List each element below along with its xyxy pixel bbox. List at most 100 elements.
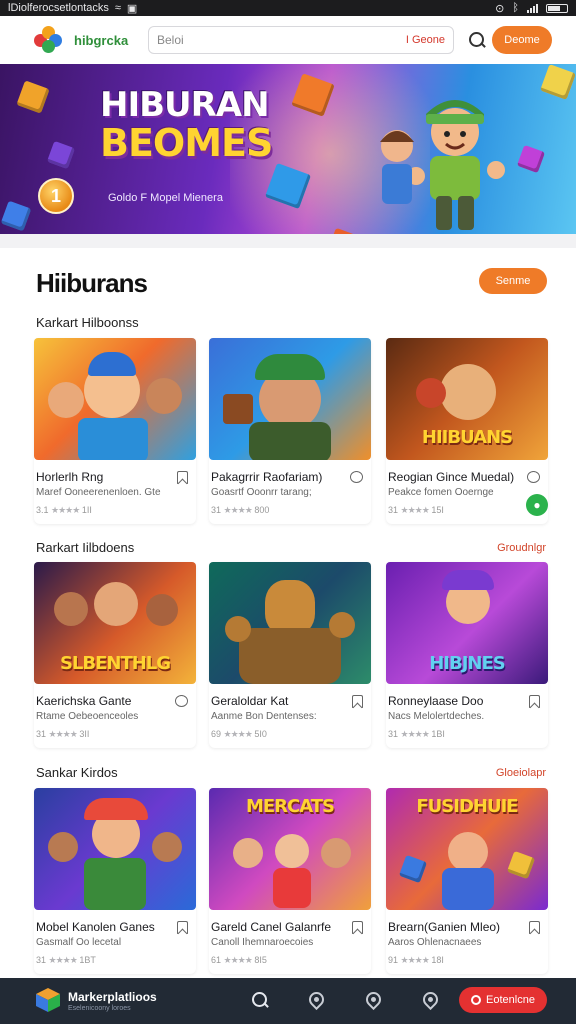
game-thumbnail[interactable]: SLBENTHLG xyxy=(34,562,196,684)
card-subtitle: Canoll Ihemnaroecoies xyxy=(211,937,314,948)
card-title: Ronneylaase Doo xyxy=(388,694,484,708)
cube-decoration xyxy=(0,200,32,232)
status-left: lDiolferocsetlontacks ≈ ▣ xyxy=(8,2,495,15)
section-heading: Sankar Kirdos xyxy=(36,765,118,780)
marketplace-name[interactable]: Markerplatlioos xyxy=(68,990,157,1004)
bookmark-icon[interactable] xyxy=(352,921,363,934)
rating-value: 31 xyxy=(36,955,47,965)
game-card[interactable]: Mobel Kanolen Ganes Gasmalf Oo lecetal 3… xyxy=(34,788,196,974)
bookmark-icon[interactable] xyxy=(529,921,540,934)
game-card[interactable]: HIIBUANS Reogian Gince Muedal) Peakce fo… xyxy=(386,338,548,524)
search-tag[interactable]: I Geone xyxy=(406,34,445,46)
search-icon[interactable] xyxy=(468,31,486,49)
card-subtitle: Maref Ooneerenenloen. Gte xyxy=(36,487,161,498)
marketplace-logo-icon[interactable] xyxy=(34,986,62,1014)
card-subtitle: Aanme Bon Dentenses: xyxy=(211,711,317,722)
bookmark-icon[interactable] xyxy=(529,695,540,708)
card-rating: 31 ★★★★ 3II xyxy=(36,729,89,740)
game-thumbnail[interactable] xyxy=(34,788,196,910)
star-icons: ★★★★ xyxy=(51,505,80,515)
thumbnail-logo-text: SLBENTHLG xyxy=(59,653,171,674)
cube-decoration xyxy=(540,64,576,100)
game-thumbnail[interactable] xyxy=(34,338,196,460)
search-placeholder: Beloi xyxy=(157,33,184,47)
bookmark-icon[interactable] xyxy=(352,695,363,708)
title-action-button[interactable]: Senme xyxy=(479,268,547,294)
search-input[interactable]: Beloi I Geone xyxy=(148,26,454,54)
thumbnail-logo-text: FUSIDHUIE xyxy=(416,796,518,817)
search-icon[interactable] xyxy=(250,990,270,1010)
bookmark-icon[interactable] xyxy=(177,471,188,484)
game-card[interactable]: HIBJNES Ronneylaase Doo Nacs Melolertdec… xyxy=(386,562,548,748)
location-icon[interactable] xyxy=(419,988,442,1011)
card-subtitle: Gasmalf Oo lecetal xyxy=(36,937,122,948)
card-rating: 31 ★★★★ 800 xyxy=(211,505,269,516)
bookmark-icon[interactable] xyxy=(177,921,188,934)
brand-name[interactable]: hibgrcka xyxy=(74,33,140,48)
game-thumbnail[interactable]: FUSIDHUIE xyxy=(386,788,548,910)
header-action-button[interactable]: Deome xyxy=(492,26,552,54)
coin-icon[interactable]: 1 xyxy=(38,178,74,214)
rating-value: 31 xyxy=(388,729,399,739)
review-count: 8I5 xyxy=(254,955,267,965)
game-thumbnail[interactable]: HIBJNES xyxy=(386,562,548,684)
card-rating: 31 ★★★★ 1BI xyxy=(388,729,445,740)
marketplace-tagline: Eselenicoony loroes xyxy=(68,1005,131,1012)
game-thumbnail[interactable] xyxy=(209,338,371,460)
banner-title: HIBURAN BEOMES xyxy=(100,88,273,165)
game-card[interactable]: Pakagrrir Raofariam) Goasrtf Ooonrr tara… xyxy=(209,338,371,524)
review-count: 1II xyxy=(81,505,92,515)
rating-value: 31 xyxy=(36,729,47,739)
card-title: Mobel Kanolen Ganes xyxy=(36,920,155,934)
star-icons: ★★★★ xyxy=(400,955,430,965)
battery-icon xyxy=(546,3,568,13)
card-rating: 31 ★★★★ 1BT xyxy=(36,955,96,966)
bottom-nav: Markerplatlioos Eselenicoony loroes Eote… xyxy=(0,978,576,1024)
page-title: Hiiburans xyxy=(36,268,148,298)
bottom-cta-button[interactable]: Eotenlcne xyxy=(459,987,547,1013)
star-icons: ★★★★ xyxy=(223,505,253,515)
card-subtitle: Goasrtf Ooonrr tarang; xyxy=(211,487,312,498)
card-subtitle: Peakce fomen Ooernge xyxy=(388,487,494,498)
section-link[interactable]: Gloeiolapr xyxy=(496,767,546,779)
game-card[interactable]: MERCATS Gareld Canel Galanrfe Canoll Ihe… xyxy=(209,788,371,974)
location-icon[interactable] xyxy=(305,988,328,1011)
card-rating: 69 ★★★★ 5I0 xyxy=(211,729,267,740)
review-count: 1BT xyxy=(79,955,96,965)
section-heading: Rarkart Iilbdoens xyxy=(36,540,135,555)
card-title: Horlerlh Rng xyxy=(36,470,104,484)
star-icons: ★★★★ xyxy=(400,729,430,739)
side-character-illustration xyxy=(380,130,414,204)
chat-icon[interactable] xyxy=(527,471,540,483)
game-card[interactable]: SLBENTHLG Kaerichska Gante Rtame Oebeoen… xyxy=(34,562,196,748)
chat-icon[interactable] xyxy=(350,471,363,483)
game-card[interactable]: FUSIDHUIE Brearn(Ganien Mleo) Aaros Ohle… xyxy=(386,788,548,974)
game-thumbnail[interactable]: MERCATS xyxy=(209,788,371,910)
game-thumbnail[interactable]: HIIBUANS xyxy=(386,338,548,460)
app-logo-icon[interactable] xyxy=(34,26,64,54)
rating-value: 69 xyxy=(211,729,222,739)
card-subtitle: Aaros Ohlenacnaees xyxy=(388,937,482,948)
hero-banner[interactable]: HIBURAN BEOMES 1 Goldo F Mopel Mienera xyxy=(0,64,576,234)
card-rating: 3.1 ★★★★ 1II xyxy=(36,505,92,516)
card-title: Pakagrrir Raofariam) xyxy=(211,470,323,484)
rating-value: 31 xyxy=(388,505,399,515)
banner-title-line2: BEOMES xyxy=(100,121,273,165)
review-count: 15I xyxy=(431,505,444,515)
main-content: Hiiburans Senme Karkart Hilboonss Horler… xyxy=(0,248,576,978)
game-card[interactable]: Horlerlh Rng Maref Ooneerenenloen. Gte 3… xyxy=(34,338,196,524)
section-link[interactable]: Groudnlgr xyxy=(497,542,546,554)
alarm-icon: ⊙ xyxy=(495,2,505,15)
rating-value: 3.1 xyxy=(36,505,49,515)
status-right: ⊙ ᛒ xyxy=(495,2,568,15)
chat-icon[interactable] xyxy=(175,695,188,707)
location-icon[interactable] xyxy=(362,988,385,1011)
bluetooth-icon: ᛒ xyxy=(512,2,519,14)
game-thumbnail[interactable] xyxy=(209,562,371,684)
card-title: Brearn(Ganien Mleo) xyxy=(388,920,501,934)
app-icon: ▣ xyxy=(126,2,138,15)
review-count: 18I xyxy=(431,955,444,965)
gamepad-icon[interactable]: ● xyxy=(526,494,548,516)
star-icons: ★★★★ xyxy=(223,729,253,739)
game-card[interactable]: Geraloldar Kat Aanme Bon Dentenses: 69 ★… xyxy=(209,562,371,748)
